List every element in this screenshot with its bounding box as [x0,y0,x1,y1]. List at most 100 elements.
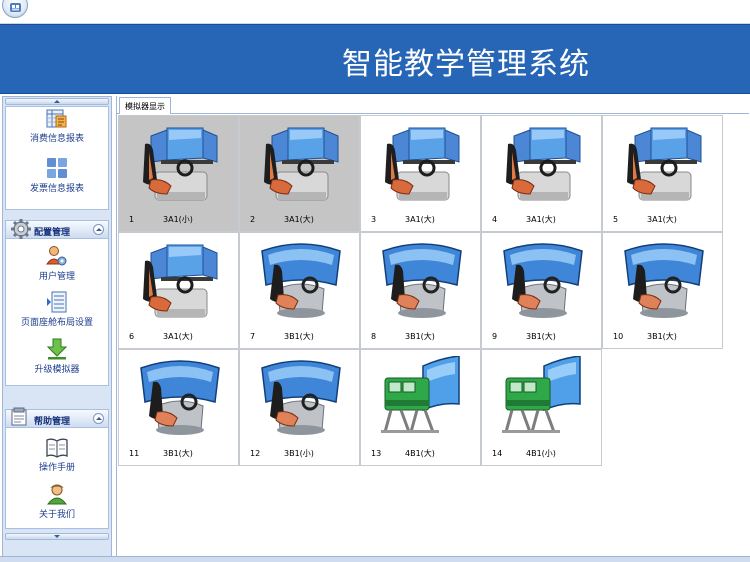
simulator-cockpit-icon [261,243,341,318]
gear-icon [11,219,31,239]
title-strip [0,0,750,24]
simulator-tile[interactable]: 8 3B1(大) [360,232,481,349]
simulator-number: 7 [250,332,256,341]
help-panel-title: 帮助管理 [34,417,71,427]
simulator-tile[interactable]: 9 3B1(大) [481,232,602,349]
sidebar-item-label: 页面座舱布局设置 [20,318,93,328]
simulator-tile[interactable]: 5 3A1(大) [602,115,723,232]
simulator-number: 8 [371,332,377,341]
simulator-model: 3B1(大) [647,332,677,341]
simulator-number: 5 [613,215,619,224]
simulator-cockpit-icon [143,127,218,201]
app-banner: 智能教学管理系统 [0,24,750,94]
person-icon [46,484,68,505]
chevron-up-icon [96,417,102,420]
app-menu-button[interactable] [2,0,28,18]
download-arrow-icon [46,338,68,360]
report-panel: 消费信息报表 发票信息报表 [5,106,109,210]
sidebar-scroll-down-button[interactable] [5,533,109,540]
simulator-tile[interactable]: 4 3A1(大) [481,115,602,232]
simulator-model: 3A1(大) [163,332,193,341]
simulator-model: 3B1(大) [163,449,193,458]
config-panel-header[interactable]: 配置管理 [6,219,108,239]
simulator-cockpit-icon [503,243,583,318]
simulator-number: 12 [250,449,261,458]
simulator-tile[interactable]: 13 4B1(大) [360,349,481,466]
chevron-up-icon [96,228,102,231]
simulator-tile[interactable]: 6 3A1(大) [118,232,239,349]
sidebar-item-consumption-report[interactable]: 消费信息报表 [6,109,108,144]
sidebar-item-label: 消费信息报表 [29,134,84,144]
simulator-tile[interactable]: 14 4B1(小) [481,349,602,466]
sidebar-item-label: 操作手册 [38,463,75,473]
simulator-model: 3B1(小) [284,449,314,458]
simulator-tile[interactable]: 10 3B1(大) [602,232,723,349]
simulator-number: 10 [613,332,624,341]
simulator-tile[interactable]: 2 3A1(大) [239,115,360,232]
simulator-cockpit-icon [264,127,339,201]
sidebar-item-about-us[interactable]: 关于我们 [6,483,108,520]
app-title: 智能教学管理系统 [342,47,590,82]
sidebar-item-user-management[interactable]: 用户管理 [6,245,108,282]
sidebar-item-label: 用户管理 [38,272,75,282]
sidebar: 消费信息报表 发票信息报表 配置管理 用户管理 页面座舱布局设置 升级模拟器 帮… [2,96,112,558]
simulator-tile[interactable]: 7 3B1(大) [239,232,360,349]
tab-simulator-display[interactable]: 模拟器显示 [119,97,171,114]
simulator-model: 3B1(大) [405,332,435,341]
simulator-number: 3 [371,215,377,224]
simulator-tile[interactable]: 11 3B1(大) [118,349,239,466]
sidebar-item-invoice-report[interactable]: 发票信息报表 [6,157,108,194]
sidebar-item-label: 关于我们 [38,510,75,520]
main-content: 模拟器显示 1 3A1(小) 2 3A1(大) 3 3A1(大) 4 3A1(大) 5 3A1(大… [116,96,749,558]
layout-list-icon [47,291,67,313]
simulator-model: 3A1(大) [284,215,314,224]
config-panel-collapse-button[interactable] [93,224,104,235]
simulator-number: 1 [129,215,135,224]
simulator-model: 3A1(大) [526,215,556,224]
invoice-grid-icon [47,158,67,178]
sidebar-item-cockpit-layout[interactable]: 页面座舱布局设置 [6,291,108,328]
sidebar-scroll-up-button[interactable] [5,98,109,105]
sidebar-item-upgrade-simulator[interactable]: 升级模拟器 [6,338,108,375]
notepad-icon [11,407,27,426]
simulator-number: 11 [129,449,140,458]
simulator-cockpit-icon [506,127,581,201]
simulator-number: 9 [492,332,498,341]
simulator-model: 3B1(大) [284,332,314,341]
simulator-cockpit-icon [385,127,460,201]
simulator-number: 6 [129,332,135,341]
simulator-model: 3A1(大) [405,215,435,224]
truck-simulator-icon [502,356,581,433]
status-strip [0,556,750,562]
book-icon [46,438,68,458]
simulator-model: 3B1(大) [526,332,556,341]
help-panel: 帮助管理 操作手册 关于我们 [5,407,109,529]
simulator-tile[interactable]: 12 3B1(小) [239,349,360,466]
config-panel-title: 配置管理 [34,228,71,238]
sidebar-item-label: 升级模拟器 [34,365,80,375]
help-panel-collapse-button[interactable] [93,413,104,424]
tab-bar: 模拟器显示 [117,96,749,114]
simulator-model: 4B1(小) [526,449,556,458]
sidebar-item-manual[interactable]: 操作手册 [6,438,108,473]
simulator-cockpit-icon [627,127,702,201]
simulator-number: 13 [371,449,382,458]
truck-simulator-icon [381,356,460,433]
simulator-model: 3A1(小) [163,215,193,224]
user-settings-icon [46,246,67,266]
help-panel-header[interactable]: 帮助管理 [6,407,108,428]
simulator-cockpit-icon [143,244,218,318]
simulator-cockpit-icon [261,360,341,435]
simulator-number: 14 [492,449,503,458]
report-sheet-icon [46,109,67,128]
app-logo-icon [10,3,21,12]
simulator-number: 2 [250,215,256,224]
config-panel: 配置管理 用户管理 页面座舱布局设置 升级模拟器 [5,219,109,386]
simulator-cockpit-icon [140,360,220,435]
simulator-tile[interactable]: 1 3A1(小) [118,115,239,232]
simulator-model: 4B1(大) [405,449,435,458]
simulator-number: 4 [492,215,498,224]
simulator-tile[interactable]: 3 3A1(大) [360,115,481,232]
simulator-cockpit-icon [624,243,704,318]
sidebar-item-label: 发票信息报表 [29,184,84,194]
